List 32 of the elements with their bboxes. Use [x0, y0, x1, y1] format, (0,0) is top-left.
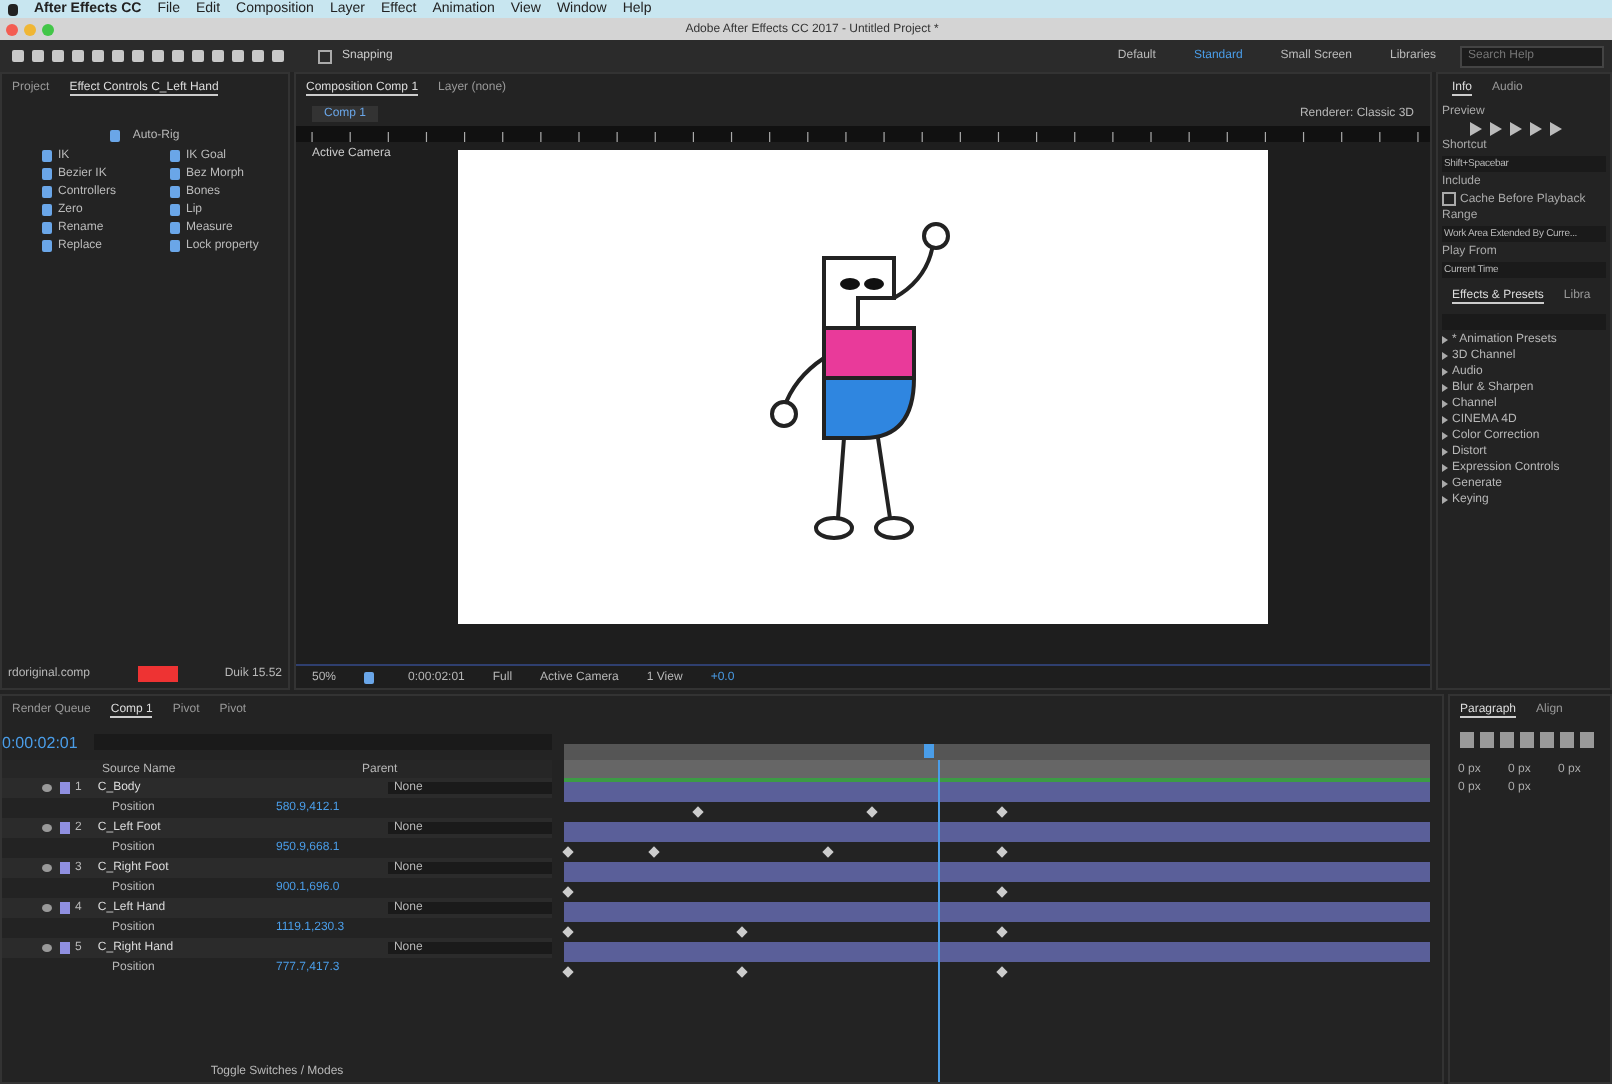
keyframe-icon[interactable] [692, 806, 704, 818]
keyframe-icon[interactable] [995, 926, 1007, 938]
alignment-icons[interactable] [1458, 732, 1598, 748]
visibility-icon[interactable] [42, 944, 52, 952]
keyframe-icon[interactable] [562, 886, 574, 898]
label-color-icon[interactable] [59, 822, 69, 834]
visibility-icon[interactable] [42, 784, 52, 792]
keyframe-icon[interactable] [735, 966, 747, 978]
label-color-icon[interactable] [59, 942, 69, 954]
keyframe-icon[interactable] [995, 886, 1007, 898]
keyframe-icon[interactable] [562, 846, 574, 858]
keyframe-icon[interactable] [995, 966, 1007, 978]
keyframe-icon[interactable] [822, 846, 834, 858]
logo-icon [137, 666, 178, 682]
visibility-icon[interactable] [42, 864, 52, 872]
keyframe-icon[interactable] [865, 806, 877, 818]
keyframe-icon[interactable] [735, 926, 747, 938]
keyframe-icon[interactable] [995, 806, 1007, 818]
visibility-icon[interactable] [42, 824, 52, 832]
playback-controls-icon[interactable] [1466, 122, 1566, 136]
label-color-icon[interactable] [59, 782, 69, 794]
keyframe-icon[interactable] [562, 966, 574, 978]
keyframe-icon[interactable] [995, 846, 1007, 858]
visibility-icon[interactable] [42, 904, 52, 912]
keyframe-icon[interactable] [648, 846, 661, 858]
label-color-icon[interactable] [59, 862, 69, 874]
cache-checkbox[interactable] [1442, 192, 1456, 206]
current-time[interactable]: 0:00:02:01 [2, 733, 78, 751]
snapping-checkbox[interactable] [318, 49, 332, 63]
playhead[interactable] [923, 744, 934, 758]
keyframe-icon[interactable] [562, 926, 574, 938]
label-color-icon[interactable] [59, 902, 69, 914]
